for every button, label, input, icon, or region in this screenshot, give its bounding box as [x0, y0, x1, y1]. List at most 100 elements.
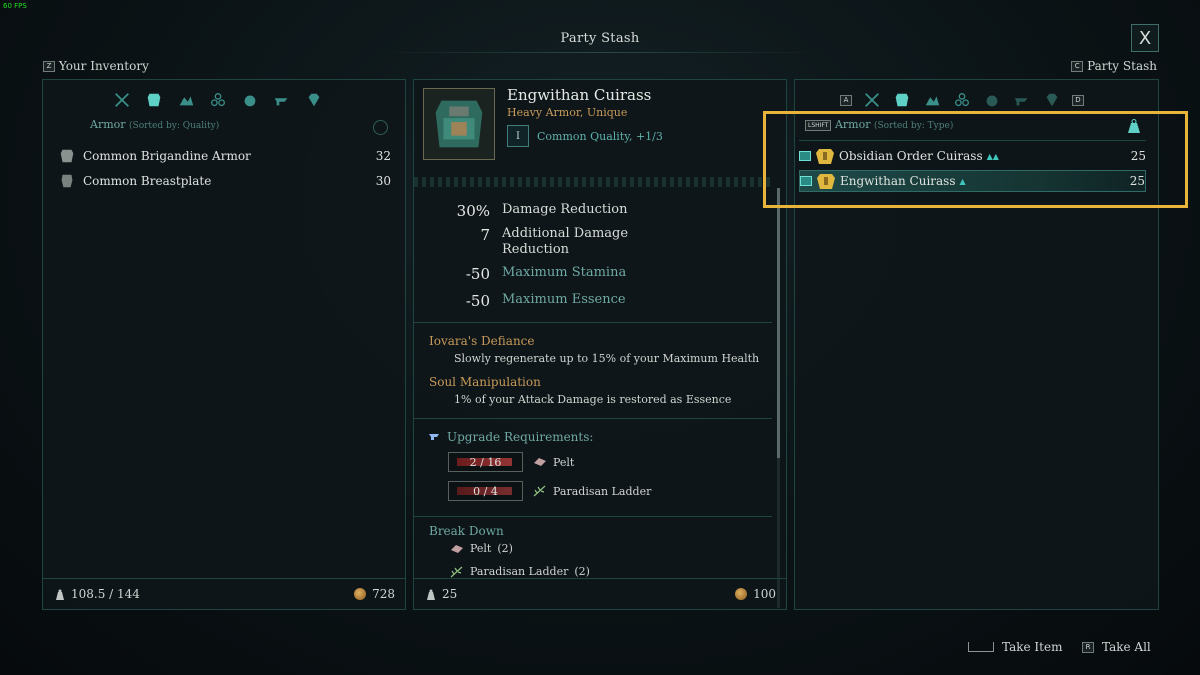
armor-icon: [57, 147, 77, 165]
key-hint-z: Z: [43, 61, 55, 72]
take-all-label: Take All: [1102, 640, 1151, 654]
perk-title: Soul Manipulation: [429, 375, 541, 389]
key-hint-r: R: [1082, 641, 1094, 653]
next-tab-key[interactable]: D: [1071, 89, 1085, 111]
breakdown-title: Break Down: [429, 524, 504, 538]
perk-description: Slowly regenerate up to 15% of your Maxi…: [454, 352, 760, 365]
divider: [414, 418, 772, 419]
upgrade-requirements: Upgrade Requirements:: [429, 430, 593, 444]
item-value: 100: [753, 587, 776, 601]
item-name: Common Brigandine Armor: [83, 149, 251, 163]
item-name: Common Breastplate: [83, 174, 212, 188]
title-divider: [380, 52, 820, 53]
your-inventory-label: Your Inventory: [58, 59, 149, 73]
crafting-tab-icon[interactable]: [1011, 89, 1033, 111]
close-button[interactable]: X: [1131, 24, 1159, 52]
weapons-tab-icon[interactable]: [861, 89, 883, 111]
item-detail-panel: Engwithan Cuirass Heavy Armor, Unique I …: [413, 79, 787, 610]
components-tab-icon[interactable]: [951, 89, 973, 111]
key-hint-a: A: [840, 94, 852, 106]
breakdown-count: (2): [574, 565, 590, 578]
weight-icon: [427, 589, 435, 600]
inventory-footer: 108.5 / 144 728: [43, 578, 405, 609]
breakdown-name: Pelt: [470, 542, 492, 555]
pelt-icon: [451, 544, 463, 553]
inventory-coins: 728: [372, 587, 395, 601]
materials-tab-icon[interactable]: [175, 89, 197, 111]
stat-label: Maximum Essence: [502, 292, 626, 307]
crafting-tab-icon[interactable]: [271, 89, 293, 111]
armor-tab-icon[interactable]: [891, 89, 913, 111]
scrollbar-thumb[interactable]: [777, 188, 780, 458]
take-item-action[interactable]: Take Item: [968, 640, 1062, 654]
consumables-tab-icon[interactable]: [981, 89, 1003, 111]
item-type: Heavy Armor, Unique: [507, 106, 628, 119]
requirement-row: 2 / 16 Pelt: [448, 452, 574, 472]
divider: [414, 516, 772, 517]
highlight-annotation-box: [763, 111, 1188, 208]
key-hint-d: D: [1072, 94, 1084, 106]
stat-value: -50: [465, 292, 490, 310]
fps-counter: 60 FPS: [3, 2, 27, 10]
sort-toggle-icon[interactable]: [373, 120, 388, 135]
materials-tab-icon[interactable]: [921, 89, 943, 111]
requirement-count-text: 0 / 4: [473, 484, 498, 498]
consumables-tab-icon[interactable]: [239, 89, 261, 111]
item-quantity: 32: [375, 149, 391, 163]
key-hint-c: C: [1071, 61, 1084, 72]
requirement-name: Paradisan Ladder: [553, 484, 652, 498]
coin-icon: [735, 588, 748, 600]
inventory-weight: 108.5 / 144: [71, 587, 140, 601]
requirement-name: Pelt: [553, 455, 575, 469]
tier-badge: I: [507, 125, 529, 147]
breastplate-icon: [57, 172, 77, 190]
inventory-category-label: Armor (Sorted by: Quality): [90, 118, 219, 131]
stat-value: 30%: [456, 202, 490, 220]
perk-iovaras-defiance: Iovara's Defiance Slowly regenerate up t…: [429, 334, 759, 365]
spacebar-key-icon: [968, 642, 994, 652]
gems-tab-icon[interactable]: [303, 89, 325, 111]
coin-icon: [354, 588, 367, 600]
category-name: Armor: [90, 118, 126, 131]
requirement-count: 2 / 16: [448, 452, 523, 472]
armor-tab-icon[interactable]: [143, 89, 165, 111]
inventory-item-row[interactable]: Common Brigandine Armor 32: [57, 145, 391, 167]
perk-soul-manipulation: Soul Manipulation 1% of your Attack Dama…: [429, 375, 731, 406]
item-name: Engwithan Cuirass: [507, 86, 652, 104]
item-quality: I Common Quality, +1/3: [507, 125, 663, 147]
requirement-material: Pelt: [533, 456, 574, 469]
requirement-row: 0 / 4 Paradisan Ladder: [448, 481, 651, 501]
gems-tab-icon[interactable]: [1041, 89, 1063, 111]
anvil-icon: [429, 434, 439, 440]
item-quantity: 30: [375, 174, 391, 188]
detail-footer: 25 100: [414, 578, 786, 609]
take-all-action[interactable]: R Take All: [1082, 640, 1151, 654]
inventory-category-tabs: [111, 89, 325, 111]
divider: [414, 322, 772, 323]
pelt-icon: [534, 458, 546, 466]
item-portrait: [423, 88, 495, 160]
party-stash-header[interactable]: C Party Stash: [1071, 59, 1157, 73]
breakdown-item: Paradisan Ladder (2): [450, 565, 590, 578]
quality-label: Common Quality, +1/3: [537, 129, 663, 143]
stat-row: -50 Maximum Stamina: [434, 265, 626, 283]
stat-value: -50: [465, 265, 490, 283]
requirement-count-text: 2 / 16: [469, 455, 502, 469]
perk-title: Iovara's Defiance: [429, 334, 535, 348]
prev-tab-key[interactable]: A: [839, 89, 853, 111]
your-inventory-header[interactable]: Z Your Inventory: [43, 59, 149, 73]
stat-value: 7: [480, 226, 490, 244]
inventory-item-row[interactable]: Common Breastplate 30: [57, 170, 391, 192]
stat-label: Additional Damage Reduction: [502, 226, 629, 257]
inventory-panel: Armor (Sorted by: Quality) Common Brigan…: [42, 79, 406, 610]
stash-category-tabs: A D: [839, 89, 1085, 111]
breakdown-item: Pelt (2): [450, 542, 513, 555]
upgrade-title: Upgrade Requirements:: [447, 430, 594, 444]
requirement-count: 0 / 4: [448, 481, 523, 501]
herb-icon: [533, 485, 546, 497]
detail-scrollbar[interactable]: [777, 188, 780, 608]
weapons-tab-icon[interactable]: [111, 89, 133, 111]
herb-icon: [450, 566, 463, 577]
breakdown-count: (2): [497, 542, 513, 555]
components-tab-icon[interactable]: [207, 89, 229, 111]
